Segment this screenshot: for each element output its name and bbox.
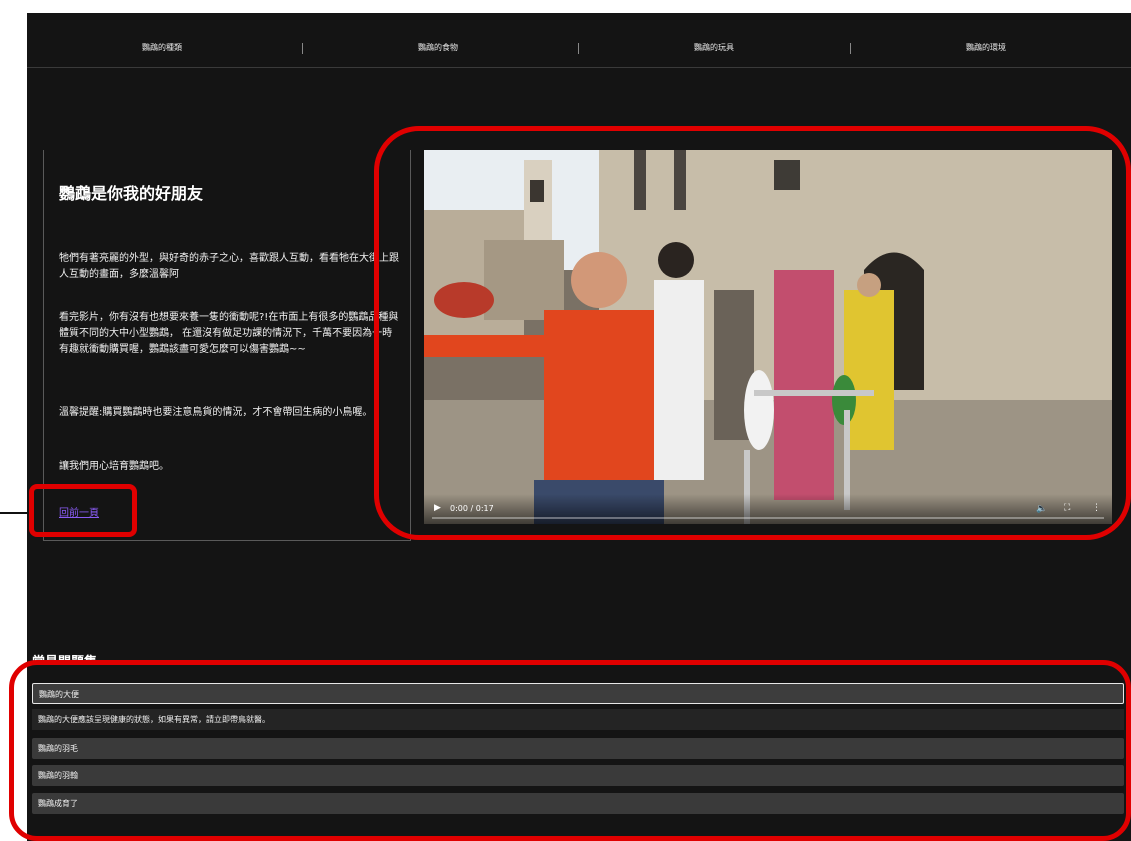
fullscreen-icon[interactable]: ⛶ (1064, 503, 1070, 513)
page-title: 鸚鵡是你我的好朋友 (59, 184, 204, 203)
intro-paragraph: 讓我們用心培育鸚鵡吧。 (59, 461, 169, 472)
nav-item-toys[interactable]: 鸚鵡的玩具 (579, 13, 849, 67)
video-time: 0:00 / 0:17 (450, 504, 494, 513)
nav-item-food[interactable]: 鸚鵡的食物 (303, 13, 573, 67)
video-controls: ▶ 0:00 / 0:17 🔈 ⛶ ⋮ (424, 494, 1112, 524)
play-icon[interactable]: ▶ (434, 503, 441, 513)
nav-item-environment[interactable]: 鸚鵡的環境 (851, 13, 1121, 67)
intro-panel: 鸚鵡是你我的好朋友 牠們有著亮麗的外型，與好奇的赤子之心，喜歡跟人互動，看看牠在… (43, 150, 411, 541)
faq-item[interactable]: 鸚鵡成育了 (32, 793, 1124, 814)
video-progress-bar[interactable] (432, 517, 1104, 519)
back-link[interactable]: 回前一頁 (59, 504, 99, 519)
annotation-pointer (0, 512, 30, 514)
volume-icon[interactable]: 🔈 (1036, 504, 1047, 514)
top-nav: 鸚鵡的種類 鸚鵡的食物 鸚鵡的玩具 鸚鵡的環境 (27, 13, 1131, 68)
faq-item[interactable]: 鸚鵡的大便 (32, 683, 1124, 704)
faq-heading: 常見問題集 (32, 651, 97, 661)
intro-paragraph: 看完影片，你有沒有也想要來養一隻的衝動呢?!在市面上有很多的鸚鵡品種與體質不同的… (59, 312, 399, 355)
nav-item-types[interactable]: 鸚鵡的種類 (27, 13, 297, 67)
video-frame (424, 150, 1112, 524)
site: 鸚鵡的種類 鸚鵡的食物 鸚鵡的玩具 鸚鵡的環境 鸚鵡是你我的好朋友 牠們有著亮麗… (27, 13, 1131, 841)
intro-paragraph: 牠們有著亮麗的外型，與好奇的赤子之心，喜歡跟人互動，看看牠在大街上跟人互動的畫面… (59, 253, 399, 280)
faq-item[interactable]: 鸚鵡的羽翰 (32, 765, 1124, 786)
more-vertical-icon[interactable]: ⋮ (1092, 503, 1101, 513)
faq-answer: 鸚鵡的大便應該呈現健康的狀態，如果有異常，請立即帶鳥就醫。 (32, 709, 1124, 730)
video-player[interactable]: ▶ 0:00 / 0:17 🔈 ⛶ ⋮ (424, 150, 1112, 524)
intro-paragraph: 溫馨提醒:購買鸚鵡時也要注意鳥貨的情況，才不會帶回生病的小鳥喔。 (59, 407, 373, 418)
faq-item[interactable]: 鸚鵡的羽毛 (32, 738, 1124, 759)
